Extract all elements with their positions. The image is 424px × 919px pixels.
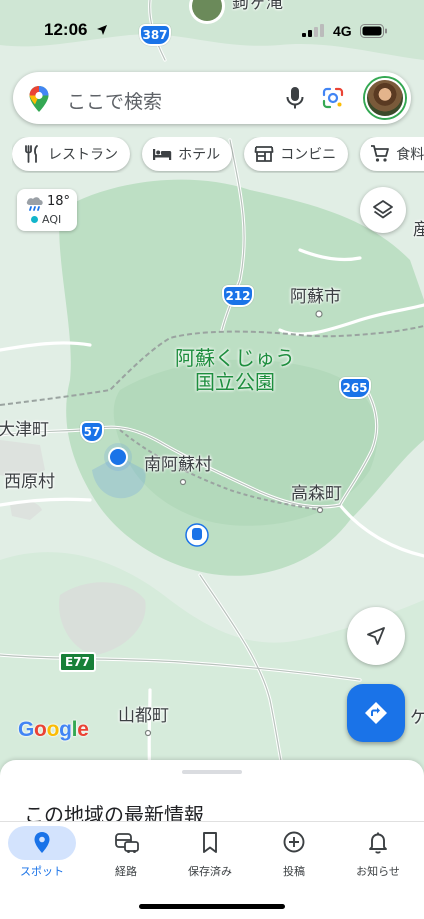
place-label-otsu[interactable]: 大津町 xyxy=(0,422,49,439)
nav-updates[interactable]: お知らせ xyxy=(336,822,420,886)
chip-label: コンビニ xyxy=(280,147,337,163)
signal-icon xyxy=(302,24,324,37)
chip-label: 食料品 xyxy=(396,147,424,163)
route-shield-212: 212 xyxy=(222,285,254,307)
search-placeholder[interactable]: ここで検索 xyxy=(67,87,162,114)
layers-button[interactable] xyxy=(360,187,406,233)
sheet-drag-handle[interactable] xyxy=(182,770,242,774)
bookmark-icon xyxy=(203,832,217,853)
network-type: 4G xyxy=(333,23,352,39)
park-label-line1: 阿蘇くじゅう xyxy=(175,346,295,370)
location-pin-icon xyxy=(34,832,50,853)
weather-widget[interactable]: 18° AQI xyxy=(17,189,77,231)
chip-label: ホテル xyxy=(178,147,221,163)
commute-icon xyxy=(115,833,139,853)
my-location-button[interactable] xyxy=(347,607,405,665)
fork-knife-icon xyxy=(25,145,38,163)
chip-restaurants[interactable]: レストラン xyxy=(12,137,130,171)
layers-icon xyxy=(373,200,393,219)
cart-icon xyxy=(371,145,390,162)
microphone-icon[interactable] xyxy=(285,86,305,110)
place-label-yamato[interactable]: 山都町 xyxy=(118,708,169,725)
place-label-right-partial2: ケ xyxy=(410,708,424,728)
add-circle-icon xyxy=(283,831,305,853)
nav-commute[interactable]: 経路 xyxy=(84,822,168,886)
maps-pin-logo-icon xyxy=(29,86,49,112)
expressway-shield-e77: E77 xyxy=(59,652,96,672)
status-time: 12:06 xyxy=(44,20,88,39)
route-shield-265: 265 xyxy=(339,377,371,399)
place-label-aso-city[interactable]: 阿蘇市 xyxy=(290,289,341,306)
park-label-line2: 国立公園 xyxy=(195,370,275,394)
location-arrow-icon xyxy=(97,25,107,35)
search-bar[interactable]: ここで検索 xyxy=(13,72,411,124)
weather-aqi-label: AQI xyxy=(42,213,62,226)
google-lens-icon[interactable] xyxy=(321,86,345,110)
place-label-national-park[interactable]: 阿蘇くじゅう 国立公園 xyxy=(175,346,295,394)
google-logo: Google xyxy=(18,718,89,741)
bell-icon xyxy=(369,832,387,854)
place-label-nishihara[interactable]: 西原村 xyxy=(4,474,55,491)
weather-temperature: 18° xyxy=(47,194,71,209)
nav-saved[interactable]: 保存済み xyxy=(168,822,252,886)
nav-label: スポット xyxy=(20,865,64,878)
bed-icon xyxy=(153,149,172,160)
nav-label: 経路 xyxy=(115,865,137,878)
account-avatar[interactable] xyxy=(365,78,405,118)
nav-label: お知らせ xyxy=(356,865,400,878)
status-bar: 12:06 4G xyxy=(0,0,424,62)
bottom-sheet[interactable]: この地域の最新情報 xyxy=(0,760,424,830)
navigation-arrow-icon xyxy=(367,627,385,645)
nav-label: 投稿 xyxy=(283,865,305,878)
nav-contribute[interactable]: 投稿 xyxy=(252,822,336,886)
place-label-takamori[interactable]: 高森町 xyxy=(291,486,342,503)
store-icon xyxy=(254,146,274,162)
chip-hotels[interactable]: ホテル xyxy=(142,137,233,171)
chip-groceries[interactable]: 食料品 xyxy=(360,137,424,171)
nav-label: 保存済み xyxy=(188,865,232,878)
home-indicator[interactable] xyxy=(139,904,285,909)
nav-explore[interactable]: スポット xyxy=(0,822,84,886)
rain-cloud-icon xyxy=(26,197,43,211)
directions-icon xyxy=(365,702,387,724)
place-label-minamiaso[interactable]: 南阿蘇村 xyxy=(144,457,212,474)
place-label-right-partial: 産 xyxy=(413,220,424,240)
chip-convenience-stores[interactable]: コンビニ xyxy=(244,137,349,171)
directions-button[interactable] xyxy=(347,684,405,742)
battery-icon xyxy=(360,24,387,38)
chip-label: レストラン xyxy=(48,147,118,163)
aqi-indicator xyxy=(31,216,38,223)
category-chips: レストラン ホテル コンビニ 食料品 xyxy=(12,137,424,173)
